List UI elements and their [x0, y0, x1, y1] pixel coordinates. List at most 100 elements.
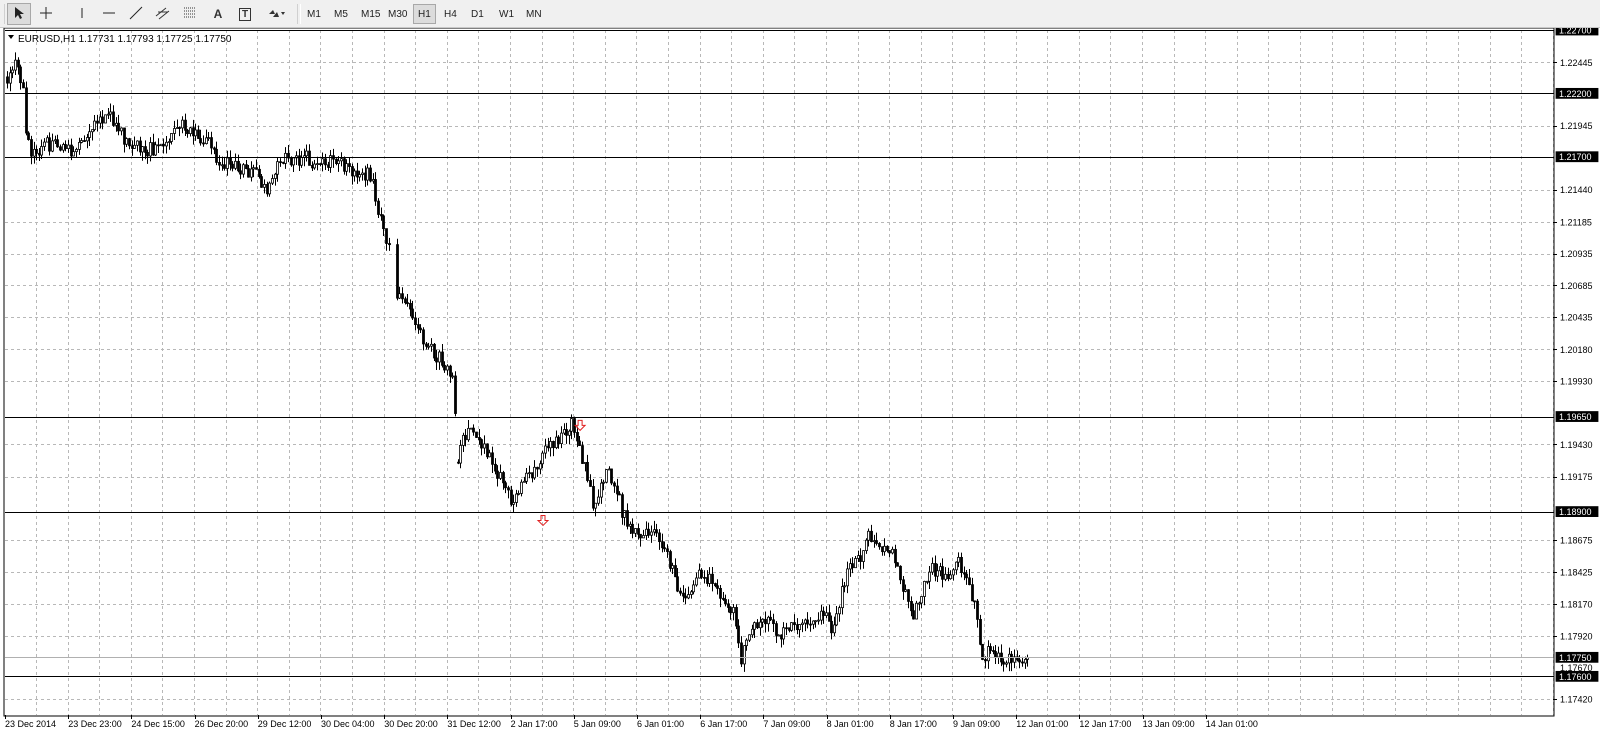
horizontal-line-tool[interactable]: [97, 3, 121, 25]
candle: [896, 562, 899, 567]
candle-body: [931, 563, 934, 573]
candle-body: [875, 540, 878, 544]
candle: [793, 614, 796, 631]
candle-body: [965, 573, 968, 579]
candle-body: [751, 628, 754, 636]
timeframe-h1-button[interactable]: H1: [413, 4, 436, 24]
candle: [337, 156, 340, 172]
candle: [862, 550, 865, 569]
candle-body: [369, 167, 372, 182]
candle: [835, 606, 838, 627]
candle: [91, 129, 94, 141]
time-tick-label: 8 Jan 01:00: [827, 719, 874, 729]
candle-body: [215, 148, 218, 163]
time-axis: 23 Dec 2014 23 Dec 23:00 24 Dec 15:00 26 De…: [5, 715, 1258, 729]
timeframe-m5-button[interactable]: M5: [330, 4, 352, 24]
candle-body: [157, 144, 160, 147]
candle: [215, 141, 218, 166]
candle-body: [968, 577, 971, 586]
crosshair-tool[interactable]: [34, 3, 58, 25]
hline-price-label: 1.19650: [1559, 412, 1592, 422]
time-tick-label: 23 Dec 23:00: [68, 719, 122, 729]
candle-body: [833, 624, 836, 634]
price-tick-label: 1.22445: [1560, 58, 1593, 68]
price-chart[interactable]: 1.22445 1.21945 1.21440 1.21185 1.20935 1.206…: [0, 24, 1600, 750]
candle: [735, 604, 738, 630]
candle: [695, 572, 698, 587]
candle-body: [1021, 661, 1024, 664]
sell-arrow-icon: [573, 419, 587, 432]
candle: [40, 139, 43, 159]
symbol-dropdown-icon[interactable]: [8, 35, 14, 39]
candle-body: [647, 528, 650, 536]
time-tick-label: 9 Jan 09:00: [953, 719, 1000, 729]
candle: [610, 468, 613, 486]
candle-body: [104, 114, 107, 124]
channel-icon: [155, 6, 171, 23]
candle-body: [507, 487, 510, 491]
candle-body: [700, 569, 703, 578]
candle-body: [96, 120, 99, 124]
candle-body: [401, 293, 404, 300]
arrows-tool[interactable]: [262, 3, 290, 25]
candle: [70, 138, 73, 161]
candle: [499, 464, 502, 480]
candle-body: [396, 244, 399, 299]
candle-body: [912, 610, 915, 620]
candle-body: [284, 152, 287, 164]
candle: [682, 585, 685, 603]
candle-body: [154, 144, 157, 156]
cursor-tool[interactable]: [7, 3, 31, 25]
candle: [369, 164, 372, 183]
candle: [854, 555, 857, 569]
timeframe-m15-button[interactable]: M15: [357, 4, 384, 24]
candlesticks: [6, 52, 1029, 672]
candle-body: [22, 82, 25, 89]
candle: [56, 134, 59, 148]
candle: [708, 567, 711, 587]
timeframe-mn-button[interactable]: MN: [522, 4, 546, 24]
candle-body: [51, 140, 54, 152]
equidistant-channel-tool[interactable]: [151, 3, 175, 25]
candle-body: [499, 472, 502, 479]
time-tick-label: 24 Dec 15:00: [131, 719, 185, 729]
timeframe-w1-button[interactable]: W1: [495, 4, 518, 24]
trendline-tool[interactable]: [124, 3, 148, 25]
candle: [971, 577, 974, 602]
timeframe-m1-button[interactable]: M1: [303, 4, 325, 24]
candle-body: [899, 565, 902, 581]
candle-body: [218, 162, 221, 166]
candle-body: [178, 127, 181, 129]
candle-body: [136, 140, 139, 146]
candle-body: [488, 452, 491, 458]
candle-body: [56, 139, 59, 148]
candle-body: [237, 160, 240, 172]
crosshair-icon: [39, 6, 53, 23]
price-tick-label: 1.17420: [1560, 695, 1593, 705]
candle-body: [984, 659, 987, 662]
text-label-tool[interactable]: T: [233, 3, 257, 25]
candle-body: [202, 142, 205, 145]
candle: [136, 140, 139, 152]
timeframe-h4-button[interactable]: H4: [440, 4, 461, 24]
candle-body: [549, 441, 552, 449]
candle-body: [568, 430, 571, 436]
candle: [377, 198, 380, 218]
candle: [544, 438, 547, 459]
candle-body: [83, 140, 86, 142]
fibonacci-tool[interactable]: [179, 3, 203, 25]
candle-body: [316, 163, 319, 165]
timeframe-m30-button[interactable]: M30: [384, 4, 411, 24]
candle: [888, 550, 891, 558]
candle: [321, 152, 324, 172]
candle-body: [173, 128, 176, 134]
candle-body: [637, 528, 640, 535]
text-tool[interactable]: A: [206, 3, 230, 25]
time-tick-label: 31 Dec 12:00: [447, 719, 501, 729]
candle: [414, 311, 417, 331]
candle: [764, 611, 767, 633]
vertical-line-tool[interactable]: [70, 3, 94, 25]
timeframe-d1-button[interactable]: D1: [467, 4, 488, 24]
candle-body: [793, 622, 796, 626]
chart-window[interactable]: 1.22445 1.21945 1.21440 1.21185 1.20935 1.206…: [0, 24, 1600, 750]
